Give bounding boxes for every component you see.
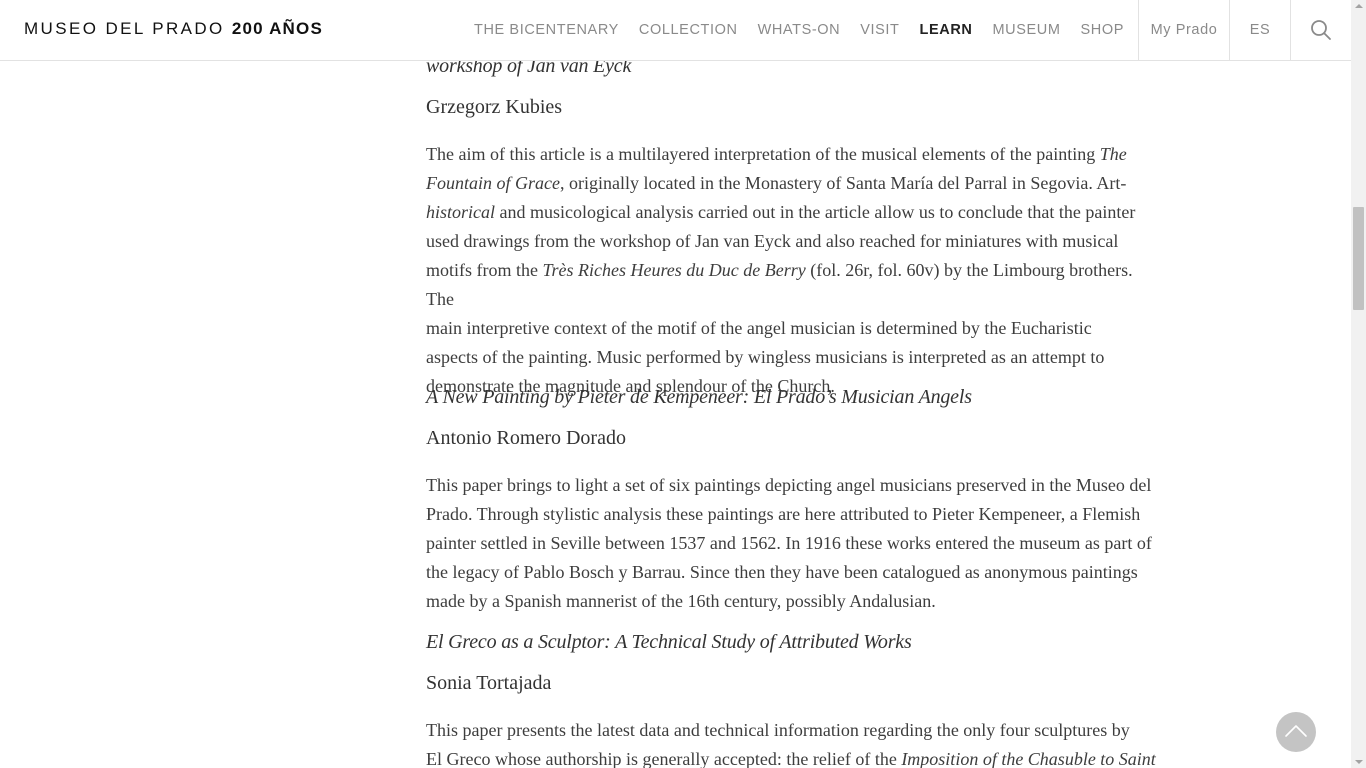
logo-anniversary-text: 200 AÑOS <box>231 19 323 38</box>
nav-item-learn[interactable]: LEARN <box>910 22 983 38</box>
abstract-text: This paper brings to light a set of six … <box>426 475 1152 495</box>
article-abstract: This paper brings to light a set of six … <box>426 471 1156 616</box>
page-scrollbar[interactable] <box>1351 0 1366 768</box>
nav-item-whats-on[interactable]: WHATS-ON <box>748 22 851 38</box>
abstract-text: painter settled in Seville between 1537 … <box>426 533 1152 553</box>
abstract-text: El Greco whose authorship is generally a… <box>426 749 902 768</box>
abstract-text: motifs from the <box>426 260 543 280</box>
scroll-down-arrow-icon[interactable] <box>1355 760 1363 764</box>
article-author: Sonia Tortajada <box>426 672 552 694</box>
chevron-up-icon <box>1285 725 1307 737</box>
abstract-text: aspects of the painting. Music performed… <box>426 347 1105 367</box>
article-abstract: This paper presents the latest data and … <box>426 716 1156 768</box>
nav-item-collection[interactable]: COLLECTION <box>629 22 748 38</box>
article-abstract: The aim of this article is a multilayere… <box>426 140 1156 401</box>
abstract-italic-text: Très Riches Heures du Duc de Berry <box>542 260 806 280</box>
article-title[interactable]: A New Painting by Pieter de Kempeneer: E… <box>426 386 972 409</box>
abstract-text: used drawings from the workshop of Jan v… <box>426 231 1119 251</box>
nav-item-museum[interactable]: MUSEUM <box>982 22 1070 38</box>
back-to-top-button[interactable] <box>1276 712 1316 752</box>
nav-item-bicentenary[interactable]: THE BICENTENARY <box>464 22 629 38</box>
abstract-text: and musicological analysis carried out i… <box>495 202 1136 222</box>
article-title[interactable]: El Greco as a Sculptor: A Technical Stud… <box>426 631 912 654</box>
article-author: Grzegorz Kubies <box>426 96 563 118</box>
main-nav: THE BICENTENARY COLLECTION WHATS-ON VISI… <box>464 0 1134 60</box>
abstract-text: , originally located in the Monastery of… <box>559 173 1127 193</box>
abstract-text: This paper presents the latest data and … <box>426 720 1130 740</box>
my-prado-button[interactable]: My Prado <box>1139 0 1229 60</box>
search-button[interactable] <box>1291 0 1351 60</box>
search-icon <box>1311 20 1331 40</box>
nav-item-shop[interactable]: SHOP <box>1071 22 1135 38</box>
abstract-text: The aim of this article is a multilayere… <box>426 144 1100 164</box>
nav-item-visit[interactable]: VISIT <box>850 22 909 38</box>
abstract-text: made by a Spanish mannerist of the 16th … <box>426 591 936 611</box>
scrollbar-thumb[interactable] <box>1353 207 1364 310</box>
logo-text: MUSEO DEL PRADO <box>24 19 225 38</box>
abstract-italic-text: historical <box>426 202 496 222</box>
abstract-italic-text: Imposition of the Chasuble to Saint <box>901 749 1156 768</box>
language-switch-button[interactable]: ES <box>1230 0 1290 60</box>
abstract-italic-text: Fountain of Grace <box>426 173 560 193</box>
site-header: MUSEO DEL PRADO 200 AÑOS THE BICENTENARY… <box>0 0 1351 61</box>
abstract-text: main interpretive context of the motif o… <box>426 318 1092 338</box>
abstract-italic-text: The <box>1099 144 1127 164</box>
scroll-up-arrow-icon[interactable] <box>1355 4 1363 8</box>
abstract-text: Prado. Through stylistic analysis these … <box>426 504 1141 524</box>
site-logo[interactable]: MUSEO DEL PRADO 200 AÑOS <box>24 19 323 39</box>
article-author: Antonio Romero Dorado <box>426 427 626 449</box>
abstract-text: the legacy of Pablo Bosch y Barrau. Sinc… <box>426 562 1138 582</box>
